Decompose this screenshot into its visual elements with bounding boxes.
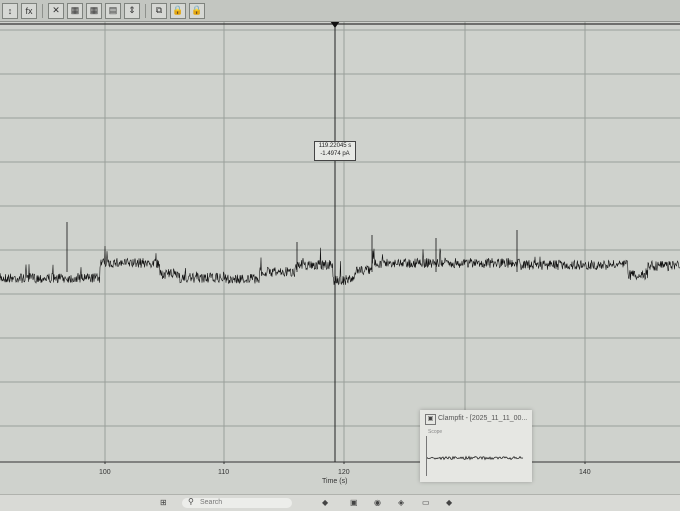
- chrome-icon[interactable]: ◉: [374, 498, 381, 507]
- split-icon[interactable]: ⇕: [124, 2, 140, 19]
- scale-icon[interactable]: fx: [21, 2, 37, 19]
- toolbar-separator: [42, 3, 43, 18]
- copy-icon[interactable]: ⧉: [151, 2, 167, 19]
- thumbnail-title: Clampfit - [2025_11_11_00...: [438, 415, 528, 422]
- taskbar-app-icon[interactable]: ◆: [446, 498, 452, 507]
- taskbar-app-icon[interactable]: ▣: [350, 498, 358, 507]
- taskbar-app-icon[interactable]: ◆: [322, 498, 328, 507]
- x-tick-label: 110: [218, 469, 230, 476]
- x-tick-label: 100: [99, 469, 111, 476]
- taskbar-search[interactable]: Search: [182, 498, 292, 508]
- search-label: Search: [200, 499, 223, 506]
- grid-icon[interactable]: ▦: [67, 2, 83, 19]
- crosshair-icon[interactable]: ✕: [48, 2, 64, 19]
- cursor-marker: [330, 21, 340, 28]
- clampfit-icon: ▣: [425, 414, 436, 425]
- trace-plot-canvas: [0, 21, 680, 466]
- lock-icon[interactable]: 🔒: [189, 2, 205, 19]
- table-icon[interactable]: ▤: [105, 2, 121, 19]
- lock-icon[interactable]: 🔒: [170, 2, 186, 19]
- taskbar-thumbnail-preview[interactable]: ▣ Clampfit - [2025_11_11_00... Scope: [420, 410, 532, 482]
- taskbar-app-icon[interactable]: ◈: [398, 498, 404, 507]
- thumbnail-subtitle: Scope: [428, 429, 443, 435]
- grid-icon[interactable]: ▦: [86, 2, 102, 19]
- toolbar: ↕ fx ✕ ▦ ▦ ▤ ⇕ ⧉ 🔒 🔒: [0, 0, 680, 22]
- x-axis-label: Time (s): [322, 478, 348, 485]
- search-icon: ⚲: [188, 497, 194, 506]
- taskbar: ⊞ Search ⚲ ◆ ▣ ◉ ◈ ▭ ◆: [0, 494, 680, 511]
- start-icon[interactable]: ⊞: [160, 498, 167, 507]
- thumbnail-trace-line: [427, 455, 524, 461]
- current-trace: [0, 245, 680, 286]
- folder-icon[interactable]: ▭: [422, 498, 430, 507]
- cursor-time: 119.22045 s: [318, 143, 352, 149]
- toolbar-separator: [145, 3, 146, 18]
- x-tick-label: 120: [338, 469, 350, 476]
- thumbnail-trace: [426, 436, 524, 476]
- x-tick-label: 140: [579, 469, 591, 476]
- trace-plot[interactable]: [0, 21, 680, 466]
- cursor-value: -1.4974 pA: [320, 151, 350, 157]
- cursor-readout[interactable]: 119.22045 s -1.4974 pA: [314, 141, 356, 161]
- zoom-x-icon[interactable]: ↕: [2, 2, 18, 19]
